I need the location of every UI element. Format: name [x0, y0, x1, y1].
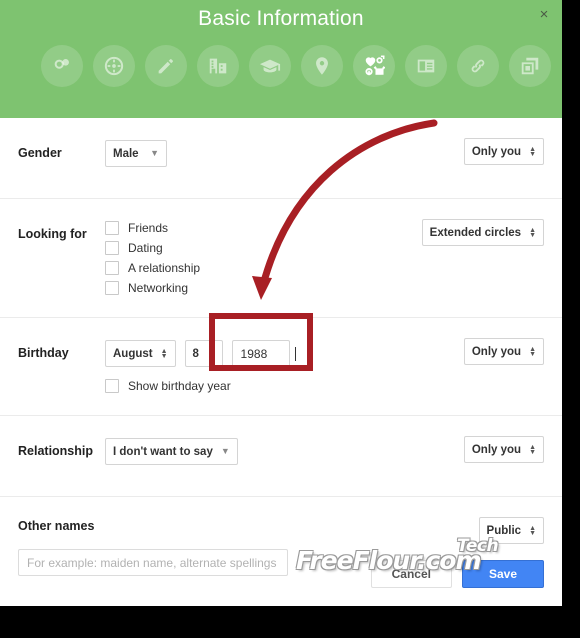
- link-chain-icon: [467, 55, 489, 77]
- sports-ball-icon: [103, 55, 125, 77]
- tab-contact-information[interactable]: [405, 45, 447, 87]
- relationship-label: Relationship: [18, 444, 94, 458]
- gender-label: Gender: [18, 146, 62, 160]
- checkbox-label: Friends: [128, 221, 169, 235]
- tab-story[interactable]: [145, 45, 187, 87]
- tab-places[interactable]: [301, 45, 343, 87]
- basic-information-dialog: Basic Information × Gender Male ▼ Only y…: [0, 0, 562, 606]
- pencil-icon: [155, 55, 177, 77]
- checkbox-icon[interactable]: [105, 281, 119, 295]
- stepper-arrows-icon: ▲ ▼: [529, 226, 536, 239]
- contact-card-icon: [415, 55, 437, 77]
- birthday-month-select[interactable]: August ▲ ▼: [105, 340, 176, 367]
- looking-for-privacy-value: Extended circles: [429, 226, 522, 239]
- gender-privacy-select[interactable]: Only you ▲ ▼: [463, 138, 544, 165]
- map-pin-icon: [311, 55, 333, 77]
- circles-icon: [51, 55, 73, 77]
- gender-privacy-value: Only you: [471, 145, 522, 158]
- checkbox-label: Show birthday year: [128, 379, 231, 393]
- row-gender: Gender Male ▼ Only you ▲ ▼: [0, 118, 562, 199]
- checkbox-icon[interactable]: [105, 221, 119, 235]
- gender-value: Male: [113, 147, 139, 160]
- row-looking-for: Looking for Friends Dating A relationshi…: [0, 199, 562, 318]
- office-building-icon: [207, 55, 229, 77]
- checkbox-label: A relationship: [128, 261, 201, 275]
- stepper-arrows-icon: ▲ ▼: [529, 443, 536, 456]
- gender-select[interactable]: Male ▼: [105, 140, 167, 167]
- tab-links[interactable]: [457, 45, 499, 87]
- birthday-privacy-value: Only you: [471, 345, 522, 358]
- checkbox-show-birthday-year[interactable]: Show birthday year: [105, 379, 562, 393]
- other-names-privacy-value: Public: [486, 524, 522, 537]
- birthday-month-value: August: [113, 347, 153, 360]
- graduation-cap-icon: [259, 55, 281, 77]
- save-button[interactable]: Save: [461, 560, 544, 588]
- dialog-header: Basic Information ×: [0, 0, 562, 118]
- birthday-label: Birthday: [18, 346, 69, 360]
- birthday-day-value: 8: [192, 347, 199, 360]
- looking-for-label: Looking for: [18, 227, 87, 241]
- tab-apps[interactable]: [509, 45, 551, 87]
- birthday-privacy-wrap: Only you ▲ ▼: [463, 338, 544, 365]
- tab-circles[interactable]: [41, 45, 83, 87]
- show-birthday-year-wrap: Show birthday year: [105, 379, 562, 393]
- chevron-down-icon: ▼: [220, 446, 230, 456]
- other-names-privacy-select[interactable]: Public ▲ ▼: [478, 517, 544, 544]
- chevron-down-icon: ▼: [150, 148, 159, 158]
- checkbox-icon[interactable]: [105, 379, 119, 393]
- looking-for-privacy-wrap: Extended circles ▲ ▼: [421, 219, 544, 246]
- stepper-arrows-icon: ▲ ▼: [160, 347, 168, 360]
- relationship-value: I don't want to say: [113, 445, 213, 458]
- relationship-privacy-wrap: Only you ▲ ▼: [463, 436, 544, 463]
- tab-sports[interactable]: [93, 45, 135, 87]
- checkbox-label: Dating: [128, 241, 163, 255]
- looking-for-privacy-select[interactable]: Extended circles ▲ ▼: [421, 219, 544, 246]
- relationship-select[interactable]: I don't want to say ▼: [105, 438, 238, 465]
- stepper-arrows-icon: ▲ ▼: [529, 524, 536, 537]
- cancel-button[interactable]: Cancel: [370, 560, 452, 588]
- row-relationship: Relationship I don't want to say ▼ Only …: [0, 416, 562, 497]
- stepper-arrows-icon: ▲ ▼: [529, 145, 536, 158]
- checkbox-a-relationship[interactable]: A relationship: [105, 261, 562, 275]
- tab-basic-information[interactable]: [353, 45, 395, 87]
- checkbox-icon[interactable]: [105, 261, 119, 275]
- profile-section-tabs: [41, 45, 551, 87]
- birthday-privacy-select[interactable]: Only you ▲ ▼: [463, 338, 544, 365]
- checkbox-networking[interactable]: Networking: [105, 281, 562, 295]
- heart-gender-icon: [363, 55, 385, 77]
- relationship-privacy-select[interactable]: Only you ▲ ▼: [463, 436, 544, 463]
- tab-work[interactable]: [197, 45, 239, 87]
- screenshot-root: Basic Information × Gender Male ▼ Only y…: [0, 0, 580, 638]
- relationship-privacy-value: Only you: [471, 443, 522, 456]
- stepper-arrows-icon: ▲ ▼: [529, 345, 536, 358]
- dialog-title: Basic Information: [198, 7, 364, 30]
- checkbox-icon[interactable]: [105, 241, 119, 255]
- other-names-privacy-wrap: Public ▲ ▼: [478, 517, 544, 544]
- checkbox-label: Networking: [128, 281, 189, 295]
- footer-buttons: Cancel Save: [370, 560, 544, 588]
- dialog-footer: Cancel Save: [0, 548, 562, 606]
- annotation-highlight-box: [209, 313, 313, 371]
- tab-education[interactable]: [249, 45, 291, 87]
- apps-copy-icon: [519, 55, 541, 77]
- gender-privacy-wrap: Only you ▲ ▼: [463, 138, 544, 165]
- close-icon[interactable]: ×: [535, 6, 553, 24]
